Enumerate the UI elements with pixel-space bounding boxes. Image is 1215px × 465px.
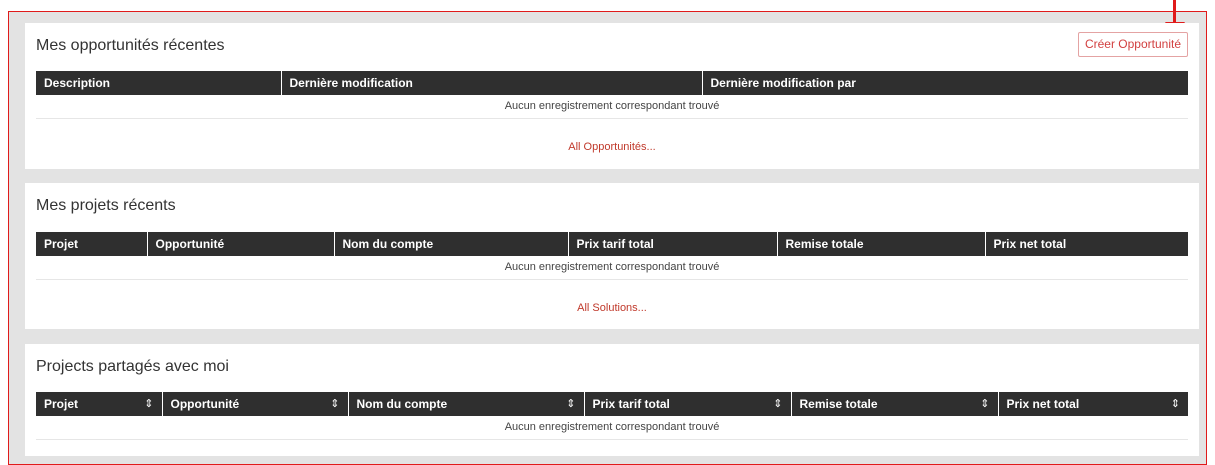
column-header-opportunity[interactable]: Opportunité bbox=[147, 232, 335, 256]
recent-projects-panel: Mes projets récents Projet Opportunité N… bbox=[25, 183, 1199, 329]
column-header-net-price-total[interactable]: Prix net total ⇕ bbox=[998, 392, 1188, 416]
annotation-arrow-line bbox=[1173, 0, 1176, 24]
sort-icon[interactable]: ⇕ bbox=[773, 397, 782, 410]
panel-title: Mes opportunités récentes bbox=[36, 37, 225, 54]
projects-table: Projet Opportunité Nom du compte Prix ta… bbox=[36, 232, 1188, 280]
column-header-account-name[interactable]: Nom du compte ⇕ bbox=[348, 392, 585, 416]
column-header-description[interactable]: Description bbox=[36, 71, 282, 95]
column-header-opportunity[interactable]: Opportunité ⇕ bbox=[162, 392, 349, 416]
sort-icon[interactable]: ⇕ bbox=[980, 397, 989, 410]
recent-opportunities-panel: Mes opportunités récentes Créer Opportun… bbox=[25, 23, 1199, 169]
panel-title: Mes projets récents bbox=[36, 197, 176, 214]
column-label: Projet bbox=[44, 397, 79, 411]
column-header-account-name[interactable]: Nom du compte bbox=[334, 232, 569, 256]
all-opportunities-link[interactable]: All Opportunités... bbox=[25, 141, 1199, 153]
column-label: Nom du compte bbox=[356, 397, 448, 411]
column-header-discount-total[interactable]: Remise totale ⇕ bbox=[791, 392, 999, 416]
column-header-net-price-total[interactable]: Prix net total bbox=[985, 232, 1188, 256]
sort-icon[interactable]: ⇕ bbox=[566, 397, 575, 410]
table-row: Aucun enregistrement correspondant trouv… bbox=[36, 416, 1188, 440]
panel-title: Projects partagés avec moi bbox=[36, 358, 229, 375]
all-solutions-link[interactable]: All Solutions... bbox=[25, 302, 1199, 314]
empty-message: Aucun enregistrement correspondant trouv… bbox=[36, 95, 1188, 119]
sort-icon[interactable]: ⇕ bbox=[144, 397, 153, 410]
shared-projects-panel: Projects partagés avec moi Projet ⇕ Oppor… bbox=[25, 344, 1199, 456]
column-header-last-modified-by[interactable]: Dernière modification par bbox=[702, 71, 1188, 95]
column-label: Opportunité bbox=[170, 397, 240, 411]
column-label: Remise totale bbox=[799, 397, 878, 411]
empty-message: Aucun enregistrement correspondant trouv… bbox=[36, 416, 1188, 440]
empty-message: Aucun enregistrement correspondant trouv… bbox=[36, 256, 1188, 280]
opportunities-table: Description Dernière modification Derniè… bbox=[36, 71, 1188, 119]
sort-icon[interactable]: ⇕ bbox=[330, 397, 339, 410]
column-header-project[interactable]: Projet bbox=[36, 232, 148, 256]
column-header-project[interactable]: Projet ⇕ bbox=[36, 392, 163, 416]
column-header-list-price-total[interactable]: Prix tarif total bbox=[568, 232, 778, 256]
column-header-discount-total[interactable]: Remise totale bbox=[777, 232, 986, 256]
column-label: Prix tarif total bbox=[592, 397, 670, 411]
table-row: Aucun enregistrement correspondant trouv… bbox=[36, 256, 1188, 280]
shared-projects-table: Projet ⇕ Opportunité ⇕ Nom du compte ⇕ Prix… bbox=[36, 392, 1188, 440]
create-opportunity-button[interactable]: Créer Opportunité bbox=[1077, 32, 1188, 57]
column-header-last-modified[interactable]: Dernière modification bbox=[281, 71, 703, 95]
sort-icon[interactable]: ⇕ bbox=[1171, 397, 1180, 410]
table-row: Aucun enregistrement correspondant trouv… bbox=[36, 95, 1188, 119]
column-label: Prix net total bbox=[1006, 397, 1080, 411]
column-header-list-price-total[interactable]: Prix tarif total ⇕ bbox=[584, 392, 792, 416]
